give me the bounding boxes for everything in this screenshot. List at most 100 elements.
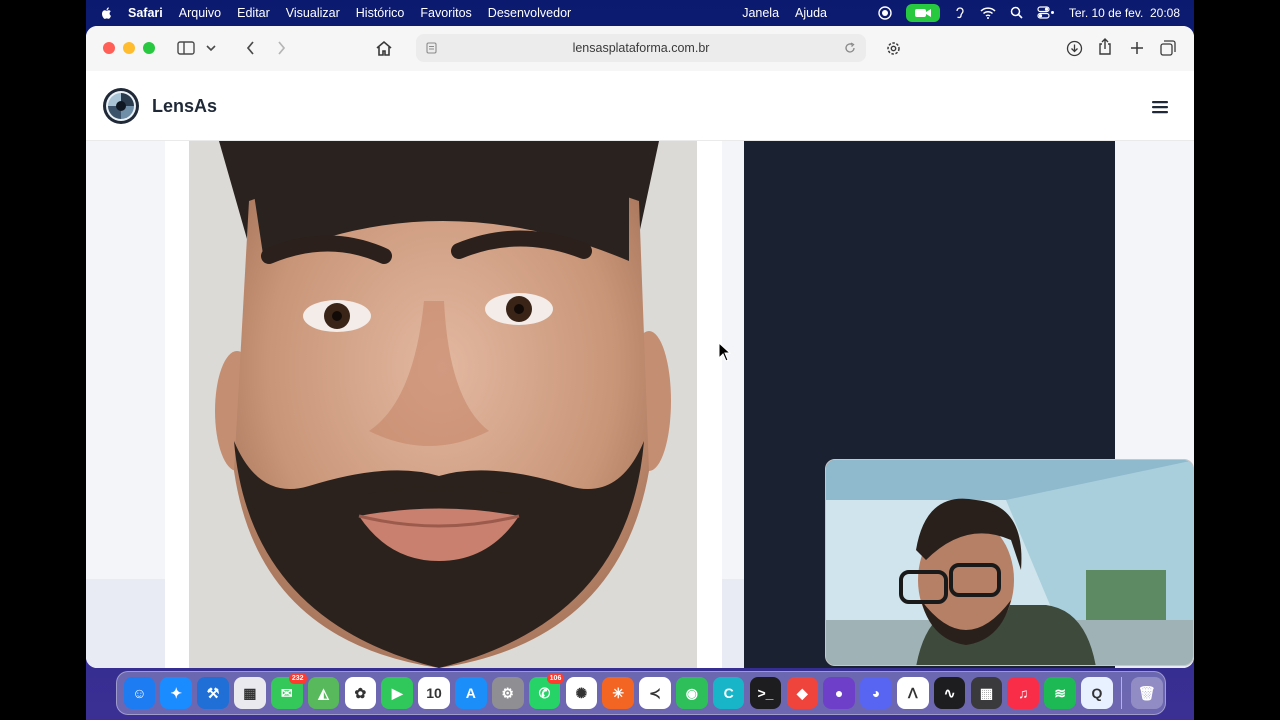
dock-finder-glyph: ☺	[132, 685, 147, 701]
wifi-icon[interactable]	[980, 6, 996, 19]
dock-discord-icon[interactable]: ◕	[860, 677, 892, 709]
dock-activity-monitor-glyph: ∿	[943, 684, 956, 701]
menu-window[interactable]: Janela	[742, 6, 779, 20]
forward-button[interactable]	[273, 39, 289, 57]
dock-photos-icon[interactable]: ✿	[344, 677, 377, 709]
dock-separator	[1121, 677, 1123, 709]
dock-app-store-glyph: A	[465, 685, 476, 701]
dock-photos-glyph: ✿	[354, 684, 367, 701]
gear-icon[interactable]	[883, 38, 903, 58]
close-window-button[interactable]	[103, 42, 115, 54]
new-tab-icon[interactable]	[1127, 38, 1147, 58]
dock-whatsapp-icon[interactable]: ✆ 106	[528, 673, 565, 709]
menu-bar: Safari Arquivo Editar Visualizar Históri…	[86, 0, 1194, 25]
dock-safari-icon[interactable]: ✦	[160, 677, 193, 709]
site-brand-name[interactable]: LensAs	[152, 96, 217, 117]
dock-chatgpt-glyph: ✺	[575, 684, 588, 701]
status-area: Ter. 10 de fev. 20:08	[878, 3, 1180, 22]
dock-claude-glyph: ✳	[612, 684, 625, 701]
dock-trash-icon[interactable]: 🗑	[1130, 677, 1163, 709]
menu-bookmarks[interactable]: Favoritos	[420, 6, 471, 20]
dock-messages-badge: 232	[288, 673, 307, 684]
dock-messages-icon[interactable]: ✉ 232	[270, 673, 307, 709]
dock-whatsapp-badge: 106	[546, 673, 565, 684]
camera-in-use-icon[interactable]	[905, 3, 940, 22]
dock-spotify-icon[interactable]: ≋	[1044, 677, 1076, 709]
chevron-down-icon[interactable]	[204, 41, 218, 55]
dock-maps-icon[interactable]: ◭	[307, 677, 340, 709]
url-text[interactable]: lensasplataforma.com.br	[573, 41, 710, 55]
lensas-logo-icon[interactable]	[102, 87, 140, 125]
dock-trash-glyph: 🗑	[1137, 684, 1156, 701]
downloads-icon[interactable]	[1064, 38, 1084, 58]
dock-quicktime-glyph: Q	[1091, 685, 1103, 701]
dock-ollama-icon[interactable]: ᐱ	[896, 677, 929, 709]
dock: ☺ ✦ ⚒ ▦ ✉ 232 ◭ ✿ ▶ 10 A ⚙ ✆ 106 ✺ ✳ ≺ ◉ C >_ ◆ ● ◕ ᐱ ∿ ▦ ♫ ≋ Q 🗑	[116, 671, 1166, 715]
menu-history[interactable]: Histórico	[356, 6, 405, 20]
dock-github-desktop-glyph: ●	[834, 685, 844, 701]
dock-anydesk-glyph: ◆	[796, 684, 808, 701]
menu-edit[interactable]: Editar	[237, 6, 270, 20]
dock-music-glyph: ♫	[1018, 685, 1029, 701]
menu-view[interactable]: Visualizar	[286, 6, 340, 20]
webcam-overlay	[825, 459, 1194, 666]
dock-music-icon[interactable]: ♫	[1007, 677, 1040, 709]
browser-toolbar: lensasplataforma.com.br	[86, 26, 1194, 71]
apple-menu-icon[interactable]	[100, 6, 114, 20]
dock-find-my-icon[interactable]: ◉	[676, 677, 708, 709]
spotlight-search-icon[interactable]	[1010, 6, 1023, 19]
back-button[interactable]	[242, 39, 258, 57]
reload-icon[interactable]	[844, 42, 856, 54]
menu-help[interactable]: Ajuda	[795, 6, 827, 20]
dock-discord-glyph: ◕	[871, 685, 881, 701]
photo-card	[165, 141, 722, 668]
dock-claude-icon[interactable]: ✳	[602, 677, 634, 709]
dock-finder-icon[interactable]: ☺	[123, 677, 156, 709]
dock-xcode-icon[interactable]: ⚒	[197, 677, 229, 709]
dock-system-settings-glyph: ⚙	[501, 684, 514, 701]
dock-system-settings-icon[interactable]: ⚙	[491, 677, 524, 709]
dock-terminal-icon[interactable]: >_	[749, 677, 782, 709]
dock-calculator-glyph: ▦	[979, 684, 994, 701]
screen: Safari Arquivo Editar Visualizar Históri…	[0, 0, 1280, 720]
menu-file[interactable]: Arquivo	[179, 6, 221, 20]
dock-messages-glyph: ✉	[280, 684, 293, 701]
hearing-icon[interactable]	[954, 6, 966, 20]
dock-launchpad-glyph: ▦	[243, 684, 257, 701]
dock-github-desktop-icon[interactable]: ●	[823, 677, 855, 709]
minimize-window-button[interactable]	[123, 42, 135, 54]
address-bar[interactable]: lensasplataforma.com.br	[416, 34, 866, 62]
portrait-photo	[189, 141, 697, 668]
dock-facetime-icon[interactable]: ▶	[381, 677, 414, 709]
dock-maps-glyph: ◭	[318, 684, 329, 701]
dock-spotify-glyph: ≋	[1054, 684, 1066, 701]
control-center-icon[interactable]	[1037, 6, 1055, 19]
site-header: LensAs	[86, 71, 1194, 141]
dock-app-store-icon[interactable]: A	[455, 677, 487, 709]
page-menu-icon[interactable]	[426, 42, 437, 54]
dock-terminal-glyph: >_	[757, 685, 774, 701]
share-icon[interactable]	[1095, 37, 1115, 57]
dock-whatsapp-glyph: ✆	[538, 684, 551, 701]
dock-canva-glyph: C	[723, 685, 734, 701]
tab-overview-icon[interactable]	[1158, 38, 1178, 58]
zoom-window-button[interactable]	[143, 42, 155, 54]
dock-canva-icon[interactable]: C	[712, 677, 745, 709]
menu-develop[interactable]: Desenvolvedor	[488, 6, 571, 20]
dock-quicktime-icon[interactable]: Q	[1081, 677, 1113, 709]
hamburger-menu-icon[interactable]	[1152, 100, 1168, 114]
dock-xcode-glyph: ⚒	[206, 684, 220, 701]
home-button[interactable]	[374, 38, 394, 58]
dock-activity-monitor-icon[interactable]: ∿	[933, 677, 966, 709]
menu-clock[interactable]: Ter. 10 de fev. 20:08	[1069, 6, 1180, 20]
record-icon[interactable]	[878, 5, 892, 20]
dock-calendar-glyph: 10	[426, 685, 442, 701]
menu-app-name[interactable]: Safari	[128, 6, 163, 20]
dock-launchpad-icon[interactable]: ▦	[234, 677, 266, 709]
sidebar-toggle-icon[interactable]	[176, 39, 196, 57]
dock-anydesk-icon[interactable]: ◆	[786, 677, 819, 709]
dock-chatgpt-icon[interactable]: ✺	[565, 677, 598, 709]
dock-calculator-icon[interactable]: ▦	[970, 677, 1003, 709]
dock-calendar-icon[interactable]: 10	[418, 677, 450, 709]
dock-vscode-icon[interactable]: ≺	[639, 677, 671, 709]
